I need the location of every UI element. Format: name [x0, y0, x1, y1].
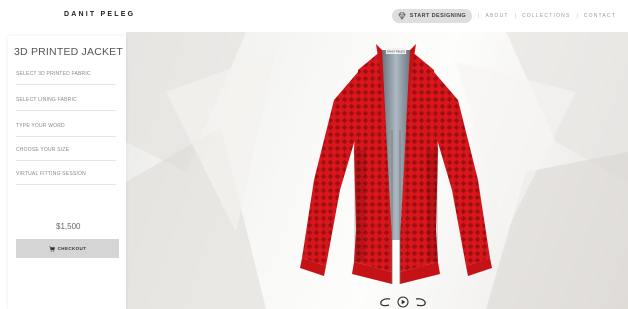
sidebar-item-label: TYPE YOUR WORD	[16, 123, 65, 129]
rotate-left-icon[interactable]	[379, 297, 393, 307]
viewer-controls	[379, 296, 427, 308]
sidebar-item-label: SELECT LINING FABRIC	[16, 97, 77, 103]
nav-separator: |	[514, 13, 516, 19]
nav-link-about[interactable]: ABOUT	[485, 13, 508, 19]
diamond-icon	[398, 12, 406, 20]
rotate-right-icon[interactable]	[413, 297, 427, 307]
sidebar-item-word[interactable]: TYPE YOUR WORD	[16, 115, 116, 137]
sidebar-item-size[interactable]: CHOOSE YOUR SIZE	[16, 139, 116, 161]
product-title: 3D PRINTED JACKET	[14, 46, 123, 58]
brand-logo[interactable]: DANIT PELEG	[64, 11, 135, 18]
nav-link-collections[interactable]: COLLECTIONS	[522, 13, 571, 19]
left-sleeve	[302, 72, 358, 266]
nav-separator: |	[576, 13, 578, 19]
cart-icon	[48, 245, 55, 252]
jacket-3d-preview[interactable]: DANIT PELEG	[236, 40, 556, 295]
start-designing-label: START DESIGNING	[409, 13, 467, 19]
nav-separator: |	[478, 13, 480, 19]
sidebar-item-fitting[interactable]: VIRTUAL FITTING SESSION	[16, 163, 116, 185]
sidebar-item-3d-fabric[interactable]: SELECT 3D PRINTED FABRIC	[16, 63, 116, 85]
customization-sidebar: 3D PRINTED JACKET SELECT 3D PRINTED FABR…	[8, 36, 126, 309]
top-navigation-bar: DANIT PELEG START DESIGNING | ABOUT | CO…	[0, 0, 628, 32]
checkout-label: CHECKOUT	[57, 246, 87, 251]
nav-link-contact[interactable]: CONTACT	[584, 13, 616, 19]
start-designing-button[interactable]: START DESIGNING	[391, 9, 473, 23]
sidebar-item-lining-fabric[interactable]: SELECT LINING FABRIC	[16, 89, 116, 111]
sidebar-item-label: VIRTUAL FITTING SESSION	[16, 171, 86, 177]
price-value: $1,500	[56, 222, 81, 231]
play-icon[interactable]	[397, 296, 409, 308]
checkout-button[interactable]: CHECKOUT	[16, 239, 119, 258]
sidebar-item-label: SELECT 3D PRINTED FABRIC	[16, 71, 91, 77]
right-sleeve	[434, 72, 490, 266]
product-stage: DANIT PELEG	[126, 32, 628, 309]
main-nav: START DESIGNING | ABOUT | COLLECTIONS | …	[391, 9, 616, 23]
sidebar-item-label: CHOOSE YOUR SIZE	[16, 147, 70, 153]
collar-label: DANIT PELEG	[387, 50, 405, 54]
